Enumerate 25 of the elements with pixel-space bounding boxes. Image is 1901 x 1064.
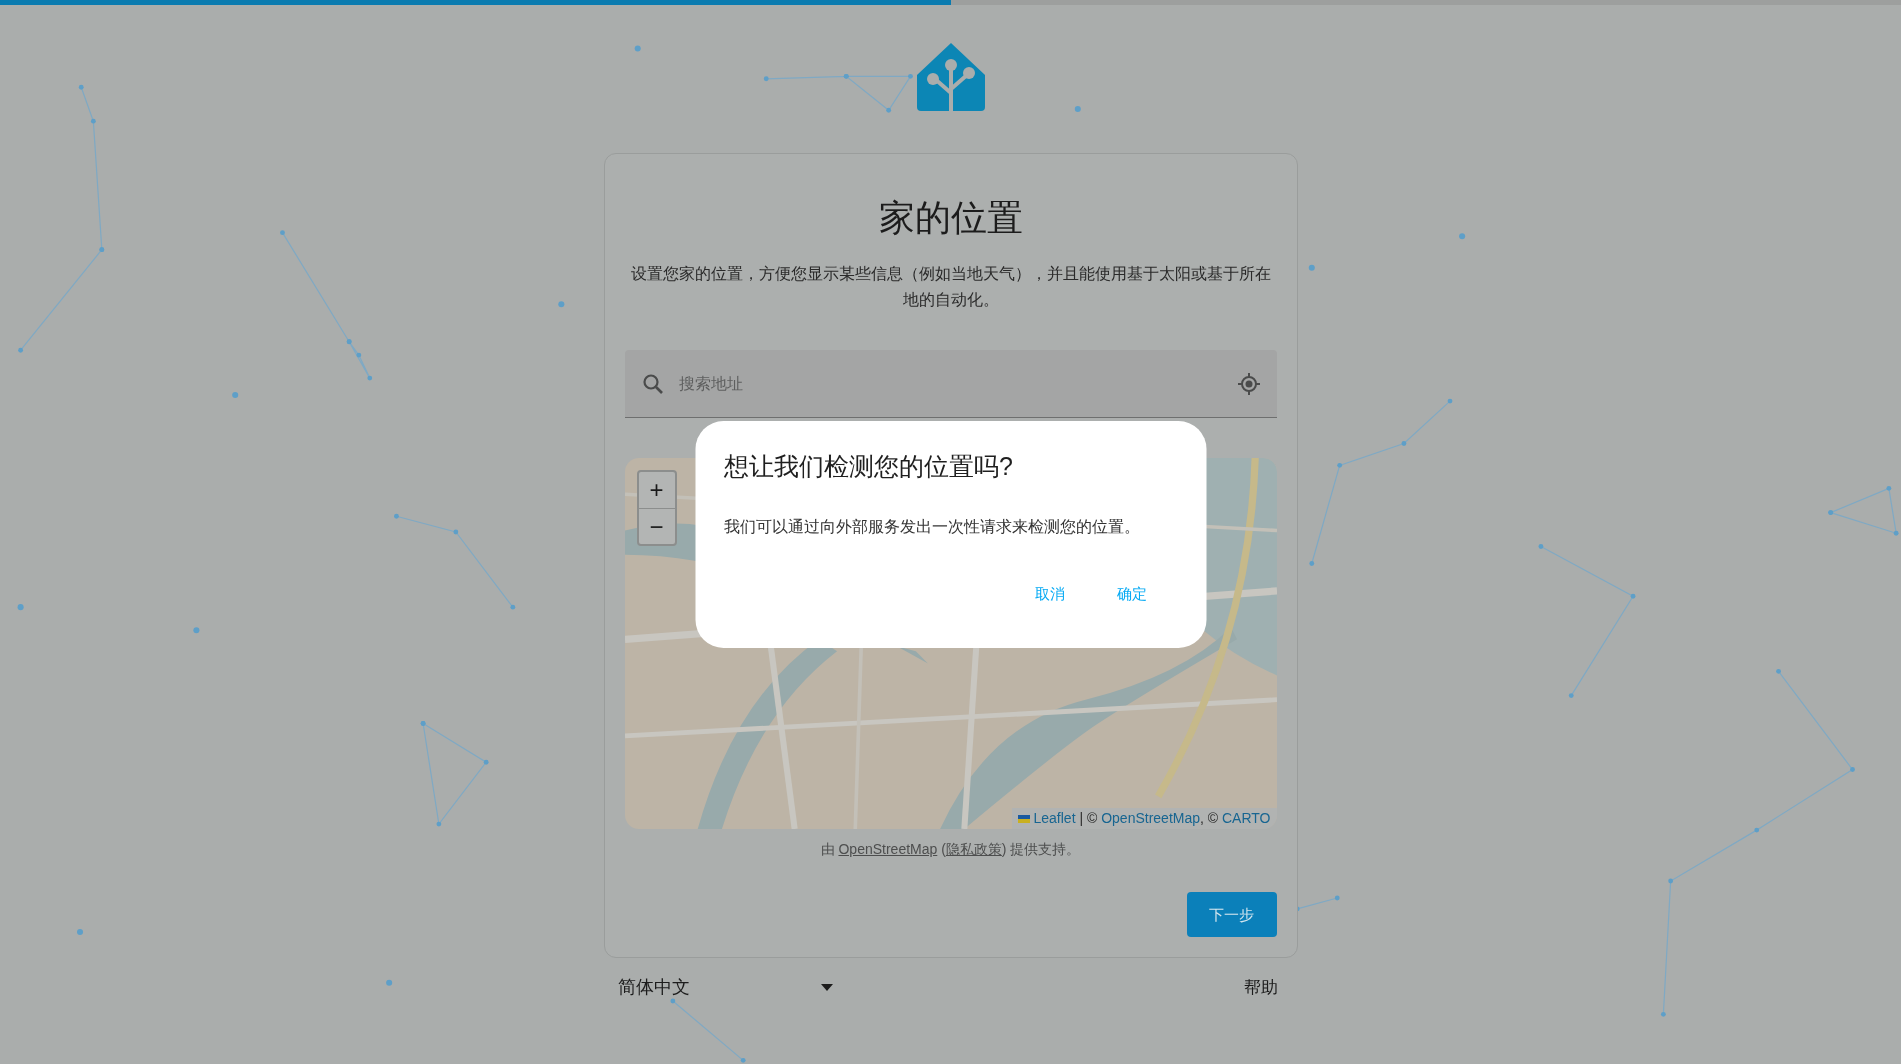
zoom-out-button[interactable]: − <box>638 508 675 545</box>
search-icon <box>640 371 665 396</box>
locate-icon[interactable] <box>1236 371 1261 396</box>
language-label: 简体中文 <box>617 976 690 1000</box>
cancel-button[interactable]: 取消 <box>1021 577 1079 612</box>
dropdown-arrow-icon <box>820 984 833 992</box>
attribution-link[interactable]: Leaflet <box>1017 810 1076 827</box>
help-link[interactable]: 帮助 <box>1243 975 1278 1001</box>
confirm-button[interactable]: 确定 <box>1103 577 1161 612</box>
zoom-in-button[interactable]: + <box>638 472 675 509</box>
next-button[interactable]: 下一步 <box>1186 892 1277 938</box>
search-input[interactable]: 搜索地址 <box>676 370 1225 397</box>
dialog-title: 想让我们检测您的位置吗? <box>724 451 1014 481</box>
page-title: 家的位置 <box>877 196 1024 240</box>
attribution-link[interactable]: OpenStreetMap <box>1101 810 1200 827</box>
dialog-message: 我们可以通过向外部服务发出一次性请求来检测您的位置。 <box>724 517 1141 537</box>
description-text: 设置您家的位置，方便您显示某些信息（例如当地天气），并且能使用基于太阳或基于所在地的自动化。 <box>629 264 1272 310</box>
powered-by-text: 由 OpenStreetMap (隐私政策) 提供支持。 <box>819 840 1082 860</box>
map-attribution: Leaflet | © OpenStreetMap, © CARTO <box>1011 808 1277 830</box>
search-field[interactable]: 搜索地址 <box>624 350 1277 419</box>
inline-link[interactable]: 隐私政策 <box>945 841 1002 858</box>
house-logo-icon <box>914 41 987 113</box>
attribution-link[interactable]: CARTO <box>1222 810 1271 827</box>
language-select[interactable]: 简体中文 <box>617 974 833 1002</box>
inline-link[interactable]: OpenStreetMap <box>838 841 938 858</box>
